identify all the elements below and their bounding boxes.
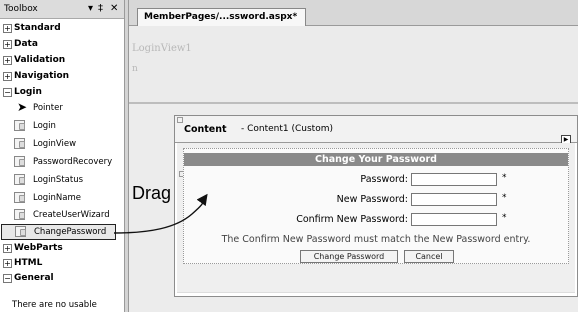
designer-surface: MemberPages/...ssword.aspx* LoginView1 n…: [129, 0, 578, 312]
loginstatus-icon: [14, 174, 25, 185]
pointer-arrow-icon: ➤: [17, 100, 28, 114]
button-row: Change Password Cancel: [184, 250, 568, 264]
tool-label: LoginStatus: [33, 175, 84, 185]
new-password-field[interactable]: [411, 193, 497, 206]
new-password-label: New Password:: [336, 194, 408, 205]
confirm-password-field[interactable]: [411, 213, 497, 226]
changepassword-icon: [15, 226, 26, 237]
tool-label: LoginName: [33, 193, 82, 203]
tool-createuserwizard[interactable]: CreateUserWizard: [0, 207, 124, 223]
expand-icon[interactable]: +: [3, 259, 12, 268]
tool-loginstatus[interactable]: LoginStatus: [0, 172, 124, 188]
required-star: *: [502, 193, 507, 203]
tool-login[interactable]: Login: [0, 118, 124, 134]
change-password-header: Change Your Password: [184, 153, 568, 166]
tool-label: CreateUserWizard: [33, 210, 110, 220]
category-data[interactable]: + Data: [0, 36, 124, 52]
category-label: Navigation: [14, 71, 70, 81]
category-label: Validation: [14, 55, 66, 65]
collapse-icon[interactable]: −: [3, 274, 12, 283]
passwordrecovery-icon: [14, 156, 25, 167]
collapse-icon[interactable]: −: [3, 88, 12, 97]
category-validation[interactable]: + Validation: [0, 52, 124, 68]
toolbox-panel: Toolbox ▾ ‡ ✕ + Standard + Data + Valida…: [0, 0, 124, 312]
required-star: *: [502, 173, 507, 183]
loginview-ghost-label: LoginView1: [132, 43, 192, 54]
expand-icon[interactable]: +: [3, 72, 12, 81]
toolbox-title: Toolbox: [4, 4, 38, 14]
loginname-icon: [14, 192, 25, 203]
cancel-button[interactable]: Cancel: [404, 250, 454, 263]
category-label: Standard: [14, 23, 61, 33]
required-star: *: [502, 213, 507, 223]
close-icon[interactable]: ✕: [110, 3, 118, 14]
content-title: Content: [184, 124, 227, 135]
category-label: HTML: [14, 258, 43, 268]
confirm-password-row: Confirm New Password: *: [184, 213, 568, 228]
category-standard[interactable]: + Standard: [0, 20, 124, 36]
tool-label: ChangePassword: [34, 227, 107, 237]
new-password-row: New Password: *: [184, 193, 568, 208]
change-password-control[interactable]: Change Your Password Password: * New Pas…: [183, 148, 569, 264]
category-label: WebParts: [14, 243, 63, 253]
toolbox-titlebar: Toolbox ▾ ‡ ✕: [0, 0, 124, 19]
content-placeholder[interactable]: Content - Content1 (Custom) ▶ Change You…: [174, 115, 578, 297]
dropdown-icon[interactable]: ▾: [88, 3, 93, 14]
category-html[interactable]: + HTML: [0, 255, 124, 271]
ghost-glyph: n: [132, 64, 138, 74]
tool-loginview[interactable]: LoginView: [0, 136, 124, 152]
category-webparts[interactable]: + WebParts: [0, 240, 124, 256]
expand-icon[interactable]: +: [3, 244, 12, 253]
password-field[interactable]: [411, 173, 497, 186]
expand-icon[interactable]: +: [3, 56, 12, 65]
divider: [129, 102, 578, 104]
tool-label: Login: [33, 121, 56, 131]
content-body: Change Your Password Password: * New Pas…: [177, 143, 575, 293]
glyph-tag-icon: [177, 117, 183, 123]
tool-label: PasswordRecovery: [33, 157, 113, 167]
tool-loginname[interactable]: LoginName: [0, 190, 124, 206]
category-label: Login: [14, 87, 42, 97]
loginview-icon: [14, 138, 25, 149]
expand-icon[interactable]: +: [3, 24, 12, 33]
login-icon: [14, 120, 25, 131]
document-tab[interactable]: MemberPages/...ssword.aspx*: [137, 8, 307, 26]
tool-pointer[interactable]: ➤ Pointer: [0, 100, 124, 116]
createuserwizard-icon: [14, 209, 25, 220]
password-row: Password: *: [184, 173, 568, 188]
confirm-password-label: Confirm New Password:: [296, 214, 408, 225]
change-password-button[interactable]: Change Password: [300, 250, 398, 263]
document-tabstrip: MemberPages/...ssword.aspx*: [129, 0, 578, 26]
content-subtitle: - Content1 (Custom): [241, 124, 333, 134]
category-general[interactable]: − General: [0, 270, 124, 286]
drag-annotation-label: Drag: [132, 183, 172, 203]
empty-toolbox-message: There are no usable: [12, 300, 97, 310]
tool-label: LoginView: [33, 139, 77, 149]
category-label: Data: [14, 39, 38, 49]
expand-icon[interactable]: +: [3, 40, 12, 49]
category-label: General: [14, 273, 54, 283]
content-title-bar: Content - Content1 (Custom): [175, 116, 577, 143]
master-page-region: [129, 26, 578, 102]
category-login[interactable]: − Login: [0, 84, 124, 100]
tool-label: Pointer: [33, 103, 63, 113]
password-label: Password:: [360, 174, 408, 185]
category-navigation[interactable]: + Navigation: [0, 68, 124, 84]
pin-icon[interactable]: ‡: [98, 3, 103, 14]
mismatch-message: The Confirm New Password must match the …: [221, 234, 531, 245]
tool-changepassword[interactable]: ChangePassword: [1, 224, 116, 240]
tool-passwordrecovery[interactable]: PasswordRecovery: [0, 154, 124, 170]
